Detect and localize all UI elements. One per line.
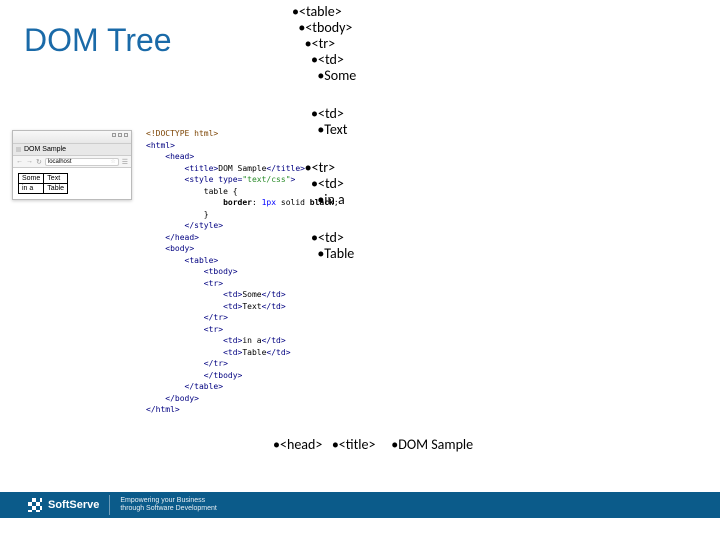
footer-bar: SoftServe Empowering your Business throu…	[0, 492, 720, 518]
cell: Table	[44, 184, 68, 194]
browser-titlebar	[13, 131, 131, 144]
menu-icon: ☰	[122, 158, 128, 166]
favicon-icon	[16, 147, 21, 152]
tab-title: DOM Sample	[24, 146, 66, 153]
reload-icon: ↻	[36, 158, 42, 166]
browser-toolbar: ← → ↻ localhost ☆ ☰	[13, 156, 131, 168]
logo-icon	[28, 498, 42, 512]
dom-tree-upper: •<table> •<tbody> •<tr> •<td> •Some •<td…	[292, 4, 356, 262]
browser-body: Some Text in a Table	[13, 168, 131, 199]
cell: in a	[19, 184, 44, 194]
browser-mock: DOM Sample ← → ↻ localhost ☆ ☰ Some Text…	[12, 130, 132, 200]
forward-icon: →	[26, 158, 33, 165]
divider	[109, 495, 110, 515]
cell: Text	[44, 174, 68, 184]
cell: Some	[19, 174, 44, 184]
star-icon: ☆	[110, 158, 115, 165]
address-bar: localhost ☆	[45, 158, 119, 166]
back-icon: ←	[16, 158, 23, 165]
dom-tree-lower: •<head> •<title> •DOM Sample	[273, 437, 473, 453]
rendered-table: Some Text in a Table	[18, 173, 68, 194]
brand-name: SoftServe	[48, 499, 99, 511]
url-text: localhost	[48, 159, 72, 165]
browser-tab: DOM Sample	[13, 144, 131, 156]
tagline: Empowering your Business through Softwar…	[120, 497, 217, 513]
page-title: DOM Tree	[24, 22, 172, 59]
